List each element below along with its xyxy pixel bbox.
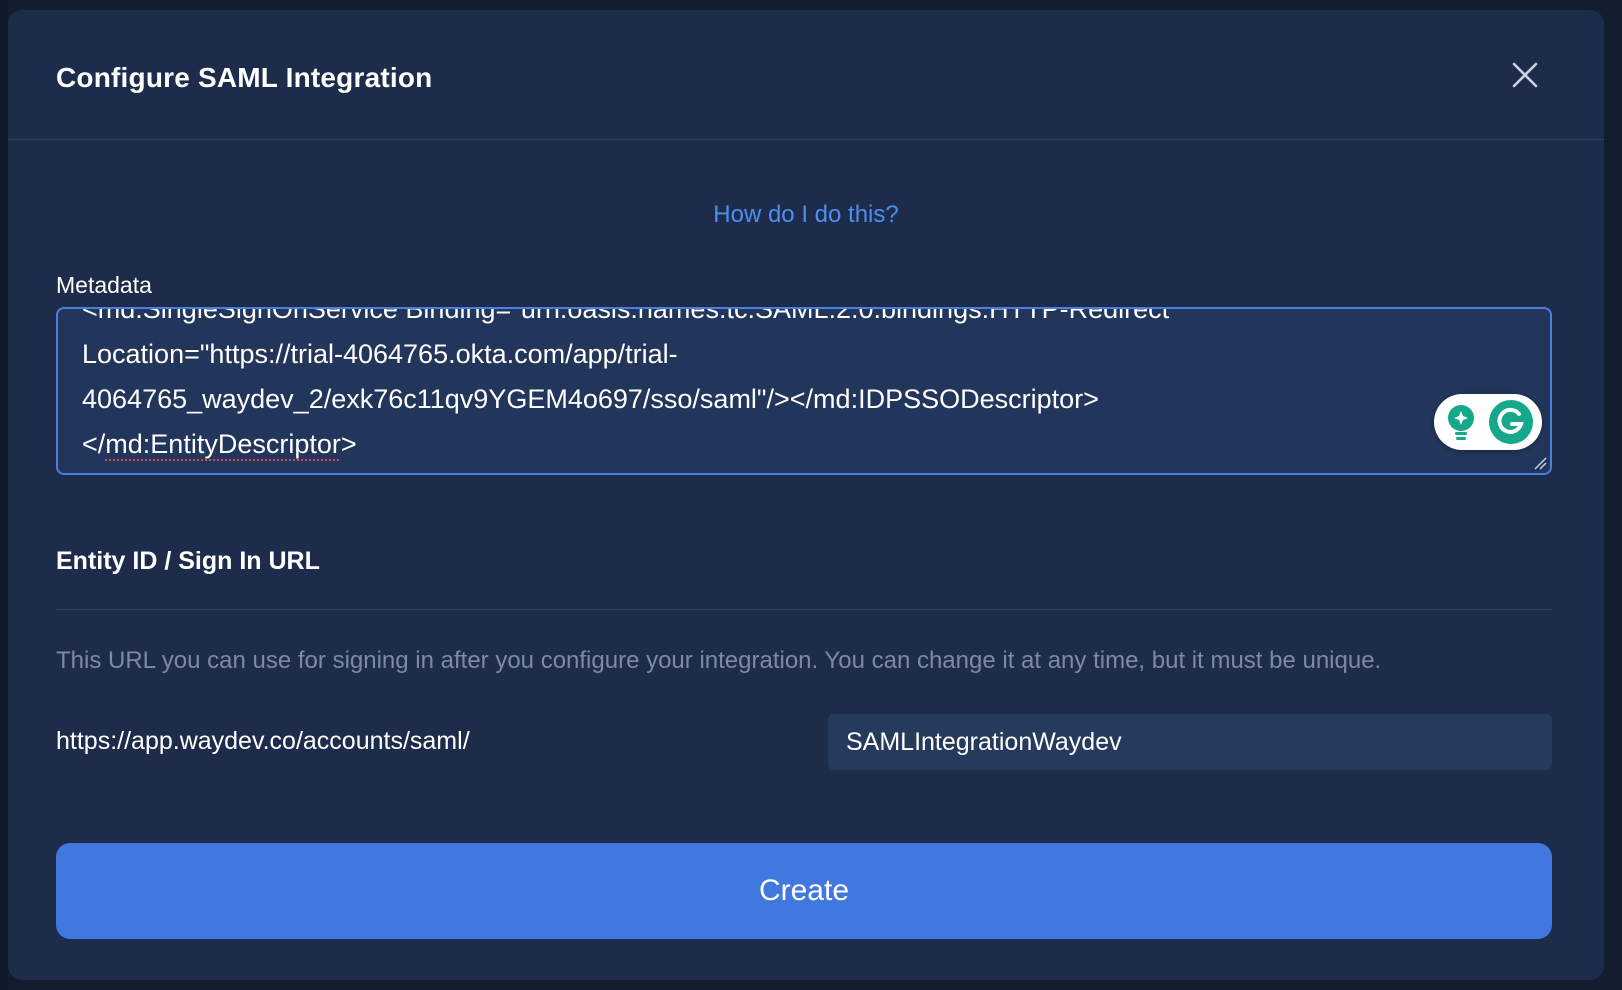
modal-title: Configure SAML Integration <box>56 62 433 93</box>
how-do-i-do-this-link[interactable]: How do I do this? <box>8 201 1604 229</box>
saml-url-prefix: https://app.waydev.co/accounts/saml/ <box>56 727 470 755</box>
saml-modal: Configure SAML Integration How do I do t… <box>8 10 1604 980</box>
grammarly-icon[interactable] <box>1488 399 1534 445</box>
metadata-line-3-prefix: </ <box>82 429 106 459</box>
metadata-line-3-suffix: > <box>340 429 357 459</box>
close-button[interactable] <box>1510 60 1540 90</box>
metadata-textarea[interactable]: <md:SingleSignOnService Binding="urn:oas… <box>56 307 1552 475</box>
lightbulb-icon[interactable] <box>1443 402 1479 442</box>
entity-id-heading: Entity ID / Sign In URL <box>56 547 320 575</box>
modal-header: Configure SAML Integration <box>8 10 1604 140</box>
metadata-line-1: Location="https://trial-4064765.okta.com… <box>82 339 678 369</box>
saml-slug-input[interactable] <box>828 714 1552 770</box>
create-button[interactable]: Create <box>56 843 1552 939</box>
entity-id-hint: This URL you can use for signing in afte… <box>56 647 1382 674</box>
metadata-content: <md:SingleSignOnService Binding="urn:oas… <box>82 307 1420 467</box>
grammarly-widget[interactable] <box>1434 394 1542 450</box>
metadata-label: Metadata <box>56 272 152 298</box>
metadata-line-cut: <md:SingleSignOnService Binding="urn:oas… <box>82 307 1179 324</box>
resize-handle-icon[interactable] <box>1533 456 1547 470</box>
metadata-line-3-tag: md:EntityDescriptor <box>105 429 341 459</box>
metadata-line-2: 4064765_waydev_2/exk76c11qv9YGEM4o697/ss… <box>82 384 1099 414</box>
divider <box>56 609 1552 610</box>
backdrop <box>0 0 8 990</box>
close-icon <box>1512 62 1538 88</box>
